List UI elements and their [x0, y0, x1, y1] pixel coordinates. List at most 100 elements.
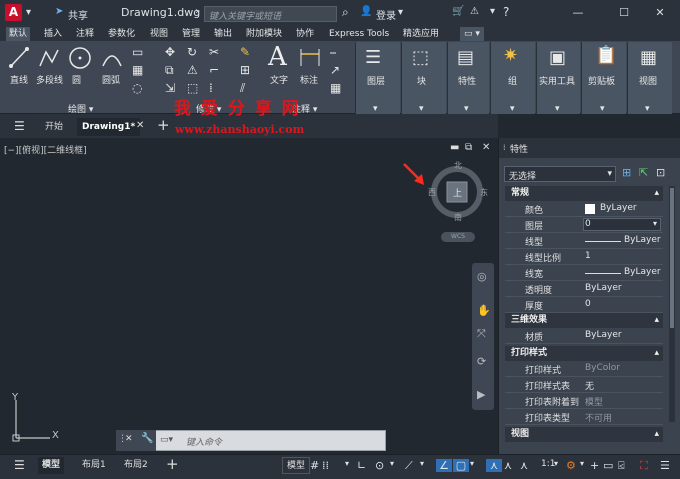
leader-icon[interactable]: ⎯ — [330, 45, 336, 60]
osnap-tracking-icon[interactable]: ∠ — [436, 459, 452, 472]
collapse-icon[interactable]: ▴ — [654, 427, 659, 442]
tab-output[interactable]: 输出 — [214, 27, 232, 41]
section-plot-style[interactable]: 打印样式 ▴ — [505, 346, 663, 361]
dimension-tool-label[interactable]: 标注 — [300, 73, 318, 86]
menu-icon[interactable]: ☰ — [14, 119, 25, 133]
prop-row-lineweight[interactable]: 线宽 ByLayer — [505, 265, 663, 281]
viewcube-west[interactable]: 西 — [428, 187, 436, 198]
search-icon[interactable]: ⌕ — [342, 5, 349, 20]
isolate-objects-icon[interactable]: ⍃ — [618, 459, 625, 473]
tab-layout1[interactable]: 布局1 — [78, 457, 110, 474]
text-tool-icon[interactable]: A — [268, 42, 287, 72]
section-3d-effects[interactable]: 三维效果 ▴ — [505, 313, 663, 328]
prop-row-linetype[interactable]: 线型 ByLayer — [505, 233, 663, 249]
scale-dropdown-icon[interactable]: ▾ — [554, 459, 558, 468]
quick-select-icon[interactable]: ⊡ — [656, 166, 665, 179]
array-icon[interactable]: ⁞ — [209, 81, 213, 95]
command-line[interactable] — [116, 430, 386, 451]
prop-row-plotstyle[interactable]: 打印样式 ByColor — [505, 361, 663, 377]
close-icon[interactable]: ✕ — [650, 4, 670, 22]
maximize-icon[interactable]: ☐ — [614, 4, 634, 22]
app-logo-button[interactable]: A — [5, 4, 22, 21]
dimension-icon[interactable] — [298, 46, 322, 70]
mirror-icon[interactable]: ⚠ — [187, 63, 198, 77]
line-icon[interactable] — [8, 46, 30, 70]
ribbon-toggle-icon[interactable]: ▭ ▾ — [460, 27, 484, 41]
polyline-tool-label[interactable]: 多段线 — [36, 73, 63, 86]
tab-collaborate[interactable]: 协作 — [296, 27, 314, 41]
steering-wheel-icon[interactable]: ◎ — [477, 270, 487, 283]
tab-default[interactable]: 默认 — [6, 27, 31, 41]
workspace-dropdown-icon[interactable]: ▾ — [580, 459, 584, 468]
clipboard-dropdown-icon[interactable]: ▾ — [600, 104, 605, 114]
chevron-right-icon[interactable]: › — [195, 6, 199, 17]
prop-row-plotstyletable[interactable]: 打印样式表 无 — [505, 377, 663, 393]
viewport-close-icon[interactable]: ✕ — [482, 142, 490, 153]
polar-icon[interactable]: ⊙ — [375, 459, 384, 472]
erase-icon[interactable]: ✎ — [240, 45, 250, 59]
rotate-icon[interactable]: ↻ — [187, 45, 197, 59]
prop-row-plottable-type[interactable]: 打印表类型 不可用 — [505, 409, 663, 425]
section-view[interactable]: 视图 ▴ — [505, 427, 663, 442]
arc-icon[interactable] — [100, 46, 124, 70]
viewcube-east[interactable]: 东 — [480, 187, 488, 198]
prop-row-material[interactable]: 材质 ByLayer — [505, 328, 663, 344]
grid-icon[interactable]: # — [310, 459, 319, 472]
tab-view[interactable]: 视图 — [150, 27, 168, 41]
table-icon[interactable]: ▦ — [330, 81, 341, 95]
user-icon[interactable]: 👤 — [360, 6, 372, 17]
prop-row-thickness[interactable]: 厚度 0 — [505, 297, 663, 313]
auto-scale-icon[interactable]: ⋏ — [504, 459, 512, 472]
search-input[interactable]: 键入关键字或短语 — [204, 6, 337, 22]
circle-icon[interactable] — [68, 46, 92, 70]
chevron-down-icon[interactable]: ▾ — [653, 219, 657, 228]
tab-model[interactable]: 模型 — [38, 457, 65, 474]
boundary-icon[interactable]: ◌ — [132, 81, 142, 95]
tab-annotate[interactable]: 注释 — [76, 27, 94, 41]
viewport-controls[interactable]: [−][俯视][二维线框] — [4, 143, 87, 156]
scale-icon[interactable]: ⬚ — [187, 81, 198, 95]
polyline-icon[interactable] — [37, 46, 61, 70]
annotation-visibility-icon[interactable]: ⋏ — [486, 459, 502, 472]
layout-menu-icon[interactable]: ☰ — [14, 458, 25, 472]
fullscreen-icon[interactable]: ⛶ — [640, 459, 648, 473]
prop-row-color[interactable]: 颜色 ByLayer — [505, 201, 663, 217]
snap-icon[interactable]: ⁞⁞ — [322, 459, 329, 472]
autodesk-icon[interactable]: ⚠ — [470, 6, 479, 17]
layers-dropdown-icon[interactable]: ▾ — [373, 104, 378, 114]
selection-dropdown[interactable]: 无选择 ▾ — [504, 166, 616, 182]
customization-icon[interactable]: ☰ — [660, 459, 670, 472]
isodraft-icon[interactable]: ⟋ — [405, 459, 413, 473]
text-tool-label[interactable]: 文字 — [270, 73, 288, 86]
viewcube-north[interactable]: 北 — [454, 160, 462, 171]
prop-row-plottable-attached[interactable]: 打印表附着到 模型 — [505, 393, 663, 409]
palette-grip-icon[interactable]: ⁞ — [503, 143, 506, 152]
scrollbar-thumb[interactable] — [670, 188, 674, 328]
utilities-dropdown-icon[interactable]: ▾ — [555, 104, 560, 114]
chevron-down-icon[interactable]: ▾ — [26, 7, 31, 18]
block-dropdown-icon[interactable]: ▾ — [419, 104, 424, 114]
move-icon[interactable]: ✥ — [165, 45, 175, 59]
showmotion-icon[interactable]: ▶ — [477, 388, 485, 401]
tab-featured-apps[interactable]: 精选应用 — [403, 27, 439, 41]
copy-icon[interactable]: ⧉ — [165, 63, 174, 78]
properties-dropdown-icon[interactable]: ▾ — [464, 104, 469, 114]
pan-icon[interactable]: ✋ — [477, 304, 491, 317]
osnap-dropdown-icon[interactable]: ▾ — [470, 459, 474, 468]
polar-dropdown-icon[interactable]: ▾ — [390, 459, 394, 468]
prop-row-ltscale[interactable]: 线型比例 1 — [505, 249, 663, 265]
explode-icon[interactable]: ⊞ — [240, 63, 250, 77]
arc-tool-label[interactable]: 圆弧 — [102, 73, 120, 86]
trim-icon[interactable]: ✂ — [209, 45, 219, 59]
tab-parametric[interactable]: 参数化 — [108, 27, 135, 41]
chevron-down-icon[interactable]: ▾ — [607, 169, 612, 179]
login-dropdown-icon[interactable]: ▾ — [398, 7, 403, 18]
add-layout-icon[interactable]: + — [166, 455, 179, 473]
zoom-extents-icon[interactable]: ⤧ — [477, 327, 486, 341]
tab-drawing1[interactable]: Drawing1* — [77, 118, 141, 136]
isodraft-dropdown-icon[interactable]: ▾ — [420, 459, 424, 468]
cmd-close-icon[interactable]: ✕ — [125, 434, 133, 444]
cart-icon[interactable]: 🛒 — [452, 6, 464, 17]
fillet-icon[interactable]: ⌐ — [209, 63, 219, 77]
share-button[interactable]: 共享 — [68, 7, 88, 22]
